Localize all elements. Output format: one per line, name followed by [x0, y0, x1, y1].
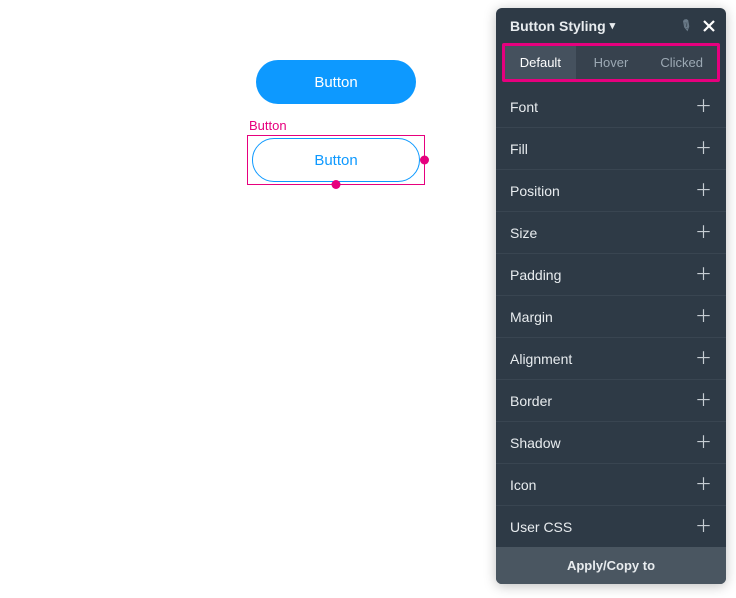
- tab-default[interactable]: Default: [505, 46, 576, 79]
- resize-handle-bottom[interactable]: [332, 180, 341, 189]
- plus-icon: ＋: [695, 308, 712, 325]
- plus-icon: ＋: [695, 266, 712, 283]
- section-font[interactable]: Font ＋: [496, 86, 726, 127]
- panel-header: Button Styling ▾ ✎: [496, 8, 726, 43]
- section-label: Size: [510, 225, 537, 241]
- plus-icon: ＋: [695, 518, 712, 535]
- state-tabs-highlight: Default Hover Clicked: [502, 43, 720, 82]
- section-label: Shadow: [510, 435, 561, 451]
- canvas-button-primary[interactable]: Button: [256, 60, 416, 104]
- resize-handle-right[interactable]: [420, 156, 429, 165]
- section-label: Margin: [510, 309, 553, 325]
- plus-icon: ＋: [695, 476, 712, 493]
- section-fill[interactable]: Fill ＋: [496, 127, 726, 169]
- plus-icon: ＋: [695, 224, 712, 241]
- chevron-down-icon: ▾: [610, 19, 616, 32]
- canvas-button-primary-label: Button: [314, 74, 357, 91]
- section-alignment[interactable]: Alignment ＋: [496, 337, 726, 379]
- apply-copy-label: Apply/Copy to: [567, 558, 655, 573]
- section-label: Font: [510, 99, 538, 115]
- plus-icon: ＋: [695, 392, 712, 409]
- canvas-button-outline-label: Button: [314, 152, 357, 169]
- section-label: Padding: [510, 267, 561, 283]
- apply-copy-button[interactable]: Apply/Copy to: [496, 547, 726, 584]
- section-label: User CSS: [510, 519, 572, 535]
- pin-icon[interactable]: ✎: [676, 15, 695, 36]
- section-position[interactable]: Position ＋: [496, 169, 726, 211]
- section-margin[interactable]: Margin ＋: [496, 295, 726, 337]
- design-canvas[interactable]: Button Button Button: [0, 0, 500, 598]
- section-icon[interactable]: Icon ＋: [496, 463, 726, 505]
- close-icon[interactable]: [702, 19, 716, 33]
- style-panel: Button Styling ▾ ✎ Default Hover Clicked…: [496, 8, 726, 584]
- selection-bounds[interactable]: Button: [247, 135, 425, 185]
- section-label: Position: [510, 183, 560, 199]
- plus-icon: ＋: [695, 140, 712, 157]
- section-size[interactable]: Size ＋: [496, 211, 726, 253]
- canvas-button-outline[interactable]: Button: [252, 138, 420, 182]
- section-border[interactable]: Border ＋: [496, 379, 726, 421]
- state-tabs: Default Hover Clicked: [505, 46, 717, 79]
- section-label: Alignment: [510, 351, 572, 367]
- plus-icon: ＋: [695, 350, 712, 367]
- section-shadow[interactable]: Shadow ＋: [496, 421, 726, 463]
- plus-icon: ＋: [695, 98, 712, 115]
- section-user-css[interactable]: User CSS ＋: [496, 505, 726, 547]
- panel-title-toggle[interactable]: Button Styling ▾: [510, 18, 615, 34]
- section-label: Border: [510, 393, 552, 409]
- panel-title: Button Styling: [510, 18, 606, 34]
- section-label: Icon: [510, 477, 536, 493]
- plus-icon: ＋: [695, 182, 712, 199]
- selection-element-label: Button: [249, 118, 287, 133]
- section-label: Fill: [510, 141, 528, 157]
- style-sections: Font ＋ Fill ＋ Position ＋ Size ＋ Padding …: [496, 86, 726, 547]
- section-padding[interactable]: Padding ＋: [496, 253, 726, 295]
- tab-hover[interactable]: Hover: [576, 46, 647, 79]
- tab-clicked[interactable]: Clicked: [646, 46, 717, 79]
- plus-icon: ＋: [695, 434, 712, 451]
